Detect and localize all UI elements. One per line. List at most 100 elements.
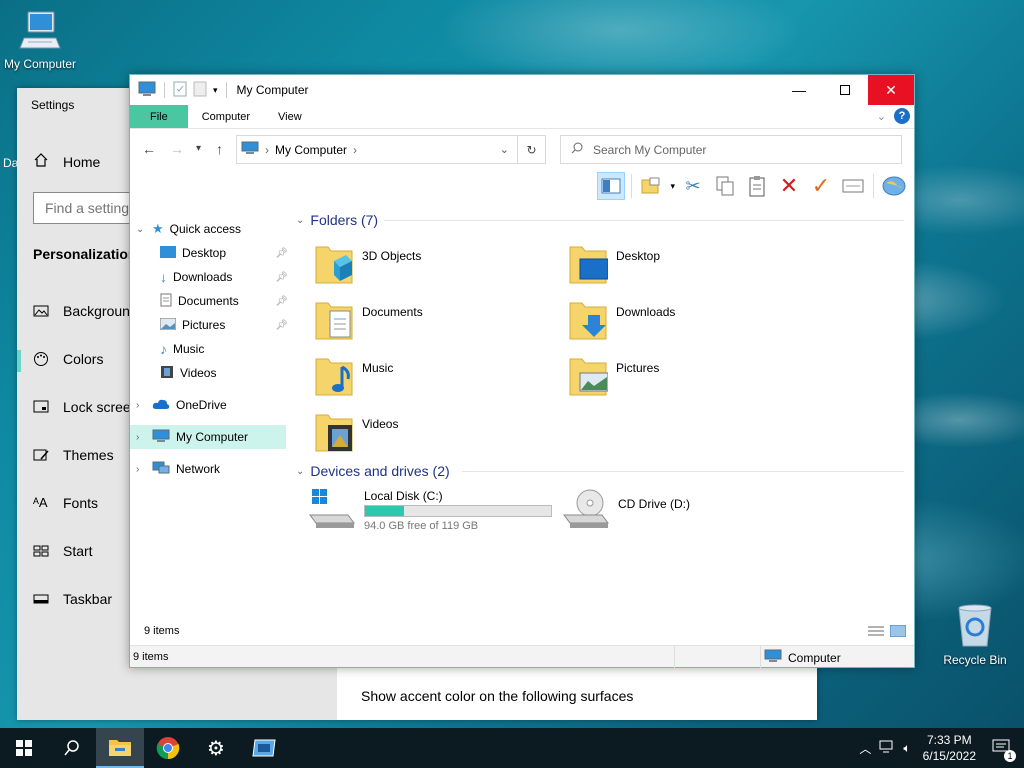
- tab-computer[interactable]: Computer: [188, 105, 264, 128]
- breadcrumb-chevron-icon[interactable]: ›: [265, 143, 269, 157]
- drive-item-c[interactable]: Local Disk (C:) 94.0 GB free of 119 GB: [308, 489, 552, 532]
- properties-button[interactable]: [839, 172, 867, 200]
- details-view-icon[interactable]: [868, 625, 884, 640]
- nav-quick-downloads[interactable]: ↓ Downloads 📌︎: [160, 265, 288, 289]
- pin-icon[interactable]: 📌︎: [275, 272, 288, 283]
- copy-button[interactable]: [711, 172, 739, 200]
- start-button[interactable]: [0, 728, 48, 768]
- chevron-right-icon[interactable]: ›: [136, 464, 146, 475]
- settings-item-lock-screen[interactable]: Lock screen: [33, 399, 138, 415]
- folder-item-documents[interactable]: Documents: [314, 297, 554, 347]
- settings-home-link[interactable]: Home: [33, 152, 100, 171]
- nav-quick-documents[interactable]: Documents 📌︎: [160, 289, 288, 313]
- tab-file[interactable]: File: [130, 105, 188, 128]
- breadcrumb-my-computer[interactable]: My Computer: [275, 143, 347, 157]
- address-dropdown-icon[interactable]: ⌄: [500, 143, 509, 156]
- settings-item-themes[interactable]: Themes: [33, 447, 114, 463]
- drive-name: CD Drive (D:): [618, 497, 690, 511]
- settings-selected-indicator: [17, 350, 21, 372]
- nav-quick-desktop[interactable]: Desktop 📌︎: [160, 241, 288, 265]
- refresh-button[interactable]: ↻: [518, 135, 546, 164]
- file-explorer-window[interactable]: ▾ My Computer — ✕ File Computer View ⌄ ?…: [129, 74, 915, 668]
- action-center-button[interactable]: 1: [992, 739, 1016, 762]
- chevron-down-icon[interactable]: ⌄: [136, 224, 146, 235]
- nav-label: Pictures: [182, 318, 226, 332]
- nav-quick-access[interactable]: ⌄ ★ Quick access: [136, 217, 286, 241]
- back-arrow-icon[interactable]: ←: [142, 141, 156, 157]
- chevron-up-icon[interactable]: ︿: [859, 740, 871, 757]
- folder-3d-objects-icon: [315, 246, 353, 284]
- recent-locations-icon[interactable]: ▾: [196, 143, 201, 154]
- desktop-icon-my-computer[interactable]: My Computer: [0, 8, 80, 71]
- chevron-right-icon[interactable]: ›: [136, 400, 146, 411]
- properties-icon[interactable]: [173, 81, 187, 100]
- rename-button[interactable]: ✓: [807, 172, 835, 200]
- taskbar-settings[interactable]: ⚙: [192, 728, 240, 768]
- network-globe-button[interactable]: [880, 172, 908, 200]
- taskbar-chrome[interactable]: [144, 728, 192, 768]
- pin-icon[interactable]: 📌︎: [275, 320, 288, 331]
- search-button[interactable]: [48, 728, 96, 768]
- nav-onedrive[interactable]: › OneDrive: [136, 393, 286, 417]
- new-item-button[interactable]: [638, 172, 666, 200]
- pin-icon[interactable]: 📌︎: [275, 296, 288, 307]
- new-folder-icon[interactable]: [193, 81, 207, 100]
- chevron-down-icon[interactable]: ▾: [670, 181, 675, 192]
- drive-item-d[interactable]: CD Drive (D:): [562, 489, 690, 529]
- up-arrow-icon[interactable]: ↑: [216, 141, 223, 157]
- large-icons-view-icon[interactable]: [889, 624, 907, 640]
- search-box[interactable]: Search My Computer: [560, 135, 902, 164]
- help-icon[interactable]: ?: [894, 108, 910, 124]
- expand-ribbon-icon[interactable]: ⌄: [877, 110, 886, 123]
- nav-quick-music[interactable]: ♪ Music: [160, 337, 286, 361]
- title-bar[interactable]: ▾ My Computer — ✕: [130, 75, 914, 105]
- nav-quick-pictures[interactable]: Pictures 📌︎: [159, 313, 288, 337]
- folder-item-music[interactable]: Music: [314, 353, 554, 403]
- chevron-down-icon[interactable]: ▾: [213, 85, 218, 96]
- settings-item-label: Colors: [63, 351, 104, 367]
- desktop-icon-recycle-bin[interactable]: Recycle Bin: [935, 602, 1015, 667]
- folders-group-header[interactable]: ⌄ Folders (7): [296, 209, 378, 231]
- chevron-down-icon[interactable]: ⌄: [296, 466, 304, 477]
- clock[interactable]: 7:33 PM 6/15/2022: [923, 732, 976, 764]
- ribbon-help-area: ⌄ ?: [877, 108, 910, 124]
- delete-button[interactable]: ✕: [775, 172, 803, 200]
- close-button[interactable]: ✕: [868, 75, 914, 105]
- nav-label: Music: [173, 342, 205, 356]
- taskbar-app[interactable]: [240, 728, 288, 768]
- chevron-right-icon[interactable]: ›: [136, 432, 146, 443]
- network-icon[interactable]: [879, 740, 895, 757]
- drives-group-header[interactable]: ⌄ Devices and drives (2): [296, 460, 450, 482]
- minimize-button[interactable]: —: [776, 75, 822, 105]
- address-bar[interactable]: › My Computer › ⌄: [236, 135, 518, 164]
- settings-item-taskbar[interactable]: Taskbar: [33, 591, 112, 607]
- folder-item-downloads[interactable]: Downloads: [568, 297, 808, 347]
- settings-item-colors[interactable]: Colors: [33, 351, 103, 367]
- folder-item-videos[interactable]: Videos: [314, 409, 554, 459]
- tab-view[interactable]: View: [264, 105, 316, 128]
- folder-item-pictures[interactable]: Pictures: [568, 353, 808, 403]
- chevron-down-icon[interactable]: ⌄: [296, 215, 304, 226]
- forward-arrow-icon[interactable]: →: [170, 141, 184, 157]
- folder-videos-icon: [315, 414, 353, 452]
- paste-button[interactable]: [743, 172, 771, 200]
- folder-item-desktop[interactable]: Desktop: [568, 241, 808, 291]
- nav-my-computer[interactable]: › My Computer: [130, 425, 286, 449]
- search-placeholder: Search My Computer: [593, 142, 707, 157]
- settings-item-start[interactable]: Start: [33, 543, 93, 559]
- folder-item-3d-objects[interactable]: 3D Objects: [314, 241, 554, 291]
- divider: [674, 646, 675, 668]
- taskbar-file-explorer[interactable]: [96, 728, 144, 768]
- volume-icon[interactable]: 🔈︎: [903, 741, 910, 756]
- pin-icon[interactable]: 📌︎: [275, 248, 288, 259]
- nav-quick-videos[interactable]: Videos: [160, 361, 286, 385]
- separator: [873, 174, 874, 198]
- nav-network[interactable]: › Network: [136, 457, 286, 481]
- cut-button[interactable]: ✂: [679, 172, 707, 200]
- maximize-button[interactable]: [822, 75, 868, 105]
- breadcrumb-chevron-icon[interactable]: ›: [353, 143, 357, 157]
- preview-pane-button[interactable]: [597, 172, 626, 200]
- window-controls: — ✕: [776, 75, 914, 105]
- settings-item-fonts[interactable]: ᴬA Fonts: [33, 495, 98, 511]
- settings-item-background[interactable]: Background: [33, 303, 138, 319]
